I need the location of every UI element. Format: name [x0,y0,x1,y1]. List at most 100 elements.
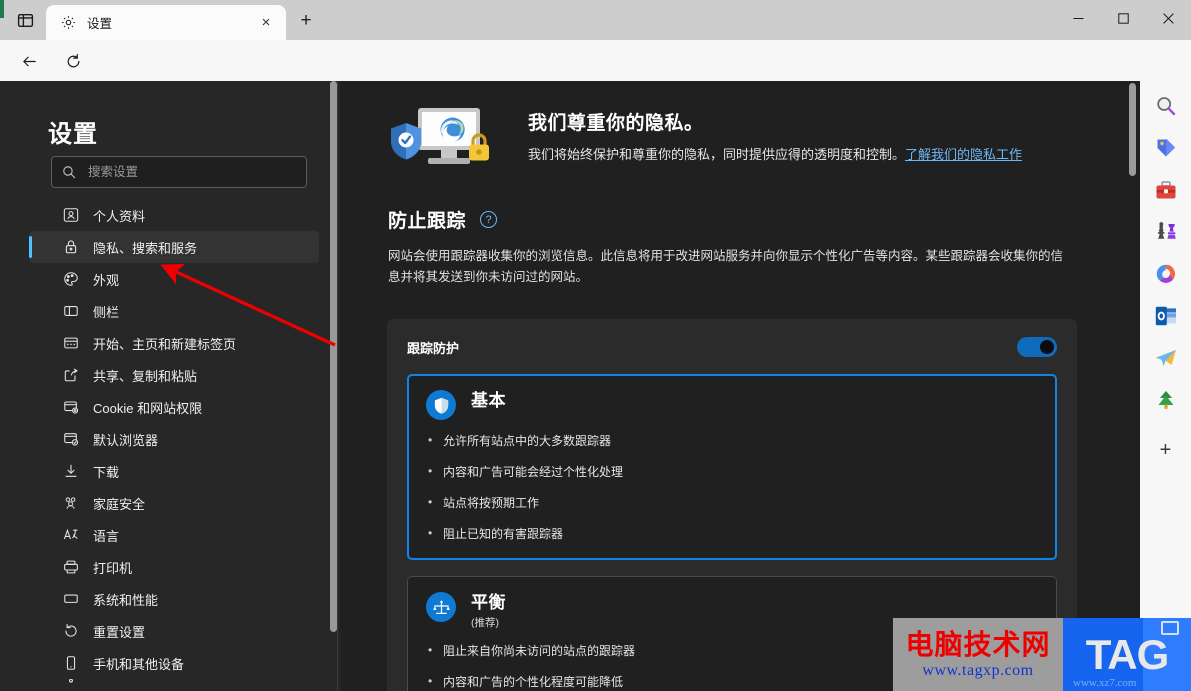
toggle-knob [1040,340,1054,354]
sidebar-item-sidebar[interactable]: 侧栏 [29,295,319,327]
basic-shield-icon [426,390,456,420]
tab-title: 设置 [87,17,113,31]
site-watermark: 电脑技术网 www.tagxp.com TAG www.xz7.com [893,618,1191,691]
sidebar-games-icon[interactable] [1150,216,1182,248]
list-item: 内容和广告可能会经过个性化处理 [428,463,1038,480]
sidebar-item-label: 下载 [93,464,120,480]
option-titles: 基本 [471,390,506,412]
sidebar-office-icon[interactable] [1150,258,1182,290]
sidebar-item-label: Cookie 和网站权限 [93,400,203,416]
privacy-hero-text: 我们尊重你的隐私。 我们将始终保护和尊重你的隐私，同时提供应得的透明度和控制。了… [528,103,1088,175]
sidebar-item-label: 打印机 [93,560,133,576]
system-icon [62,590,80,608]
search-icon [62,165,77,180]
section-title: 防止跟踪 [388,211,467,232]
sidebar-scrollbar-thumb[interactable] [330,81,337,632]
sidebar-item-label: 个人资料 [93,208,146,224]
sidebar-item-appearance[interactable]: 外观 [29,263,319,295]
search-input[interactable] [88,165,306,179]
maximize-button[interactable] [1101,0,1146,36]
settings-nav-list: 个人资料 隐私、搜索和服务 外观 侧栏 开始、主页和新建标签页 共享、复制和粘贴… [29,199,319,691]
tab-actions-button[interactable] [12,7,39,34]
sidebar-item-label: 手机和其他设备 [93,656,185,672]
sidebar-divider [337,81,338,691]
family-icon [62,494,80,512]
lock-icon [62,238,80,256]
sidebar-item-reset-settings[interactable]: 重置设置 [29,615,319,647]
sidebar-add-button[interactable]: + [1150,434,1182,466]
sidebar-item-default-browser[interactable]: 默认浏览器 [29,423,319,455]
settings-search-box[interactable] [51,156,307,188]
sidebar-search-icon[interactable] [1150,90,1182,122]
hero-heading: 我们尊重你的隐私。 [528,113,704,134]
watermark-text-block: 电脑技术网 www.tagxp.com [893,618,1063,691]
sidebar-outlook-icon[interactable] [1150,300,1182,332]
sidebar-item-label: 默认浏览器 [93,432,159,448]
sidebar-shopping-icon[interactable] [1150,132,1182,164]
tracking-prevention-toggle[interactable] [1017,337,1057,357]
option-subtitle: (推荐) [471,617,499,629]
browser-window: 设置 × + 设置 搜索设置 个人资料 隐私、搜索和服务 外观 侧栏 开始、主页… [0,0,1191,691]
close-icon[interactable]: × [254,11,278,35]
home-start-icon [62,334,80,352]
new-tab-button[interactable]: + [292,8,320,34]
sidebar-tools-icon[interactable] [1150,174,1182,206]
settings-content: 我们尊重你的隐私。 我们将始终保护和尊重你的隐私，同时提供应得的透明度和控制。了… [340,81,1140,691]
gear-icon [59,14,77,32]
sidebar-item-profile[interactable]: 个人资料 [29,199,319,231]
window-edge-accent [0,0,4,18]
sidebar-item-privacy[interactable]: 隐私、搜索和服务 [29,231,319,263]
hero-body: 我们将始终保护和尊重你的隐私，同时提供应得的透明度和控制。了解我们的隐私工作 [528,147,1023,162]
sidebar-item-label: 开始、主页和新建标签页 [93,336,237,352]
sidebar-item-cookies[interactable]: Cookie 和网站权限 [29,391,319,423]
sidebar-item-label: 语言 [93,528,120,544]
option-header: 基本 [426,390,1038,420]
browser-tab[interactable]: 设置 × [46,5,286,40]
sidebar-item-downloads[interactable]: 下载 [29,455,319,487]
sidebar-item-system-performance[interactable]: 系统和性能 [29,583,319,615]
title-bar: 设置 × + [0,0,1191,40]
option-title: 基本 [471,391,506,410]
sidebar-item-start-home-newtab[interactable]: 开始、主页和新建标签页 [29,327,319,359]
list-item: 阻止已知的有害跟踪器 [428,525,1038,542]
browser-check-icon [62,430,80,448]
sidebar-item-label: 共享、复制和粘贴 [93,368,198,384]
sidebar-item-partial[interactable] [29,679,319,691]
reload-button[interactable] [59,47,87,75]
minimize-button[interactable] [1056,0,1101,36]
close-button[interactable] [1146,0,1191,36]
tracking-option-basic[interactable]: 基本 允许所有站点中的大多数跟踪器 内容和广告可能会经过个性化处理 站点将按预期… [407,374,1057,560]
accessibility-icon [62,679,80,691]
back-button[interactable] [15,47,43,75]
privacy-learn-more-link[interactable]: 了解我们的隐私工作 [905,147,1022,162]
language-icon [62,526,80,544]
balance-scale-icon [426,592,456,622]
sidebar-panel-icon [62,302,80,320]
edge-sidebar: + [1140,81,1191,691]
sidebar-tree-icon[interactable] [1150,384,1182,416]
sidebar-item-languages[interactable]: 语言 [29,519,319,551]
option-titles: 平衡 (推荐) [471,592,506,630]
palette-icon [62,270,80,288]
help-icon[interactable]: ? [480,211,498,228]
sidebar-item-label: 外观 [93,272,120,288]
content-scrollbar-thumb[interactable] [1129,83,1136,176]
sidebar-item-label: 重置设置 [93,624,146,640]
download-icon [62,462,80,480]
section-description: 网站会使用跟踪器收集你的浏览信息。此信息将用于改进网站服务并向你显示个性化广告等… [388,249,1064,284]
privacy-hero: 我们尊重你的隐私。 我们将始终保护和尊重你的隐私，同时提供应得的透明度和控制。了… [388,103,1088,175]
sidebar-item-label: 系统和性能 [93,592,159,608]
sidebar-item-share-copy-paste[interactable]: 共享、复制和粘贴 [29,359,319,391]
watermark-logo-text: TAG [1085,630,1170,678]
list-item: 站点将按预期工作 [428,494,1038,511]
sidebar-telegram-icon[interactable] [1150,342,1182,374]
watermark-chinese-text: 电脑技术网 [905,627,1051,661]
sidebar-item-family-safety[interactable]: 家庭安全 [29,487,319,519]
tracking-prevention-heading: 防止跟踪 ? [388,206,498,233]
settings-page: 设置 搜索设置 个人资料 隐私、搜索和服务 外观 侧栏 开始、主页和新建标签页 … [0,81,1140,691]
option-title: 平衡 [471,593,506,612]
watermark-url-text: www.tagxp.com [922,661,1034,679]
browser-toolbar: Edge edge://settings/privacy 1.00 [0,40,1191,116]
sidebar-item-printers[interactable]: 打印机 [29,551,319,583]
sidebar-item-phone-other-devices[interactable]: 手机和其他设备 [29,647,319,679]
